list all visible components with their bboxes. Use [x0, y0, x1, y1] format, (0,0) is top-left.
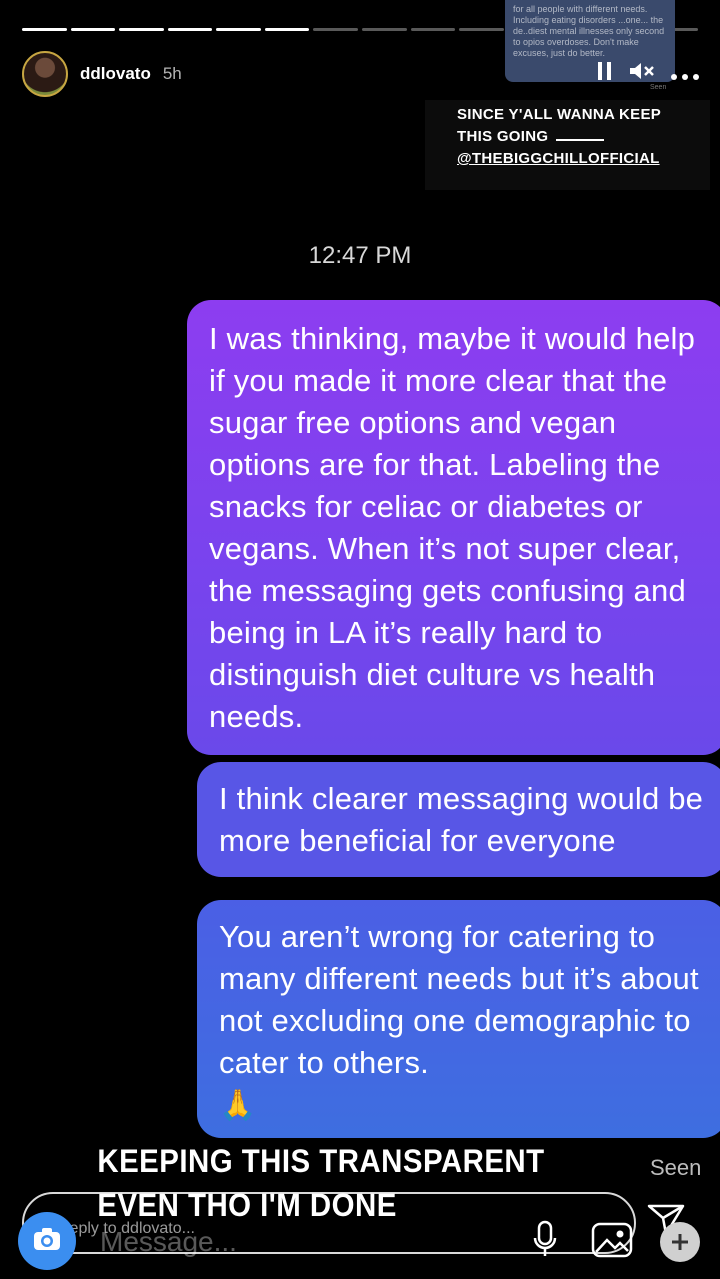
pray-emoji: 🙏	[219, 1089, 257, 1122]
message-text: I think clearer messaging would be more …	[219, 781, 704, 858]
message-text: I was thinking, maybe it would help if y…	[209, 321, 696, 734]
more-options-icon[interactable]	[670, 61, 700, 87]
progress-segment	[167, 28, 213, 31]
inset-text: for all people with different needs. Inc…	[513, 4, 665, 58]
progress-segment	[313, 28, 359, 31]
story-age: 5h	[162, 64, 182, 83]
progress-segment	[410, 28, 456, 31]
progress-segment	[22, 28, 67, 31]
camera-icon	[32, 1226, 62, 1257]
caption-line-1: SINCE Y'ALL WANNA KEEP	[457, 106, 662, 123]
pause-icon[interactable]	[596, 60, 614, 88]
gallery-icon[interactable]	[588, 1218, 636, 1262]
overlay-text-1: KEEPING THIS TRANSPARENT	[90, 1143, 552, 1180]
progress-segment	[119, 28, 164, 31]
message-bubble: You aren’t wrong for catering to many di…	[197, 900, 720, 1138]
progress-segment	[216, 28, 261, 31]
progress-segment	[264, 28, 310, 31]
story-caption: SINCE Y'ALL WANNA KEEP THIS GOING @THEBI…	[425, 100, 710, 190]
username[interactable]: ddlovato	[80, 64, 151, 84]
progress-segment	[459, 28, 504, 31]
progress-segment	[362, 28, 407, 31]
add-icon[interactable]	[660, 1222, 700, 1262]
story-controls	[596, 60, 700, 88]
camera-button[interactable]	[18, 1212, 76, 1270]
message-bubble: I think clearer messaging would be more …	[197, 762, 720, 877]
chat-timestamp: 12:47 PM	[308, 242, 412, 269]
seen-status: Seen	[650, 1155, 702, 1180]
message-bubble: I was thinking, maybe it would help if y…	[187, 300, 720, 755]
caption-line-2: THIS GOING	[457, 128, 549, 145]
mention-link[interactable]: @THEBIGGCHILLOFFICIAL	[457, 148, 710, 170]
message-text: You aren’t wrong for catering to many di…	[219, 919, 699, 1080]
progress-segment	[70, 28, 116, 31]
avatar[interactable]	[22, 51, 68, 97]
mute-icon[interactable]	[628, 60, 656, 88]
microphone-icon[interactable]	[525, 1218, 565, 1262]
message-placeholder: Message...	[100, 1226, 237, 1257]
